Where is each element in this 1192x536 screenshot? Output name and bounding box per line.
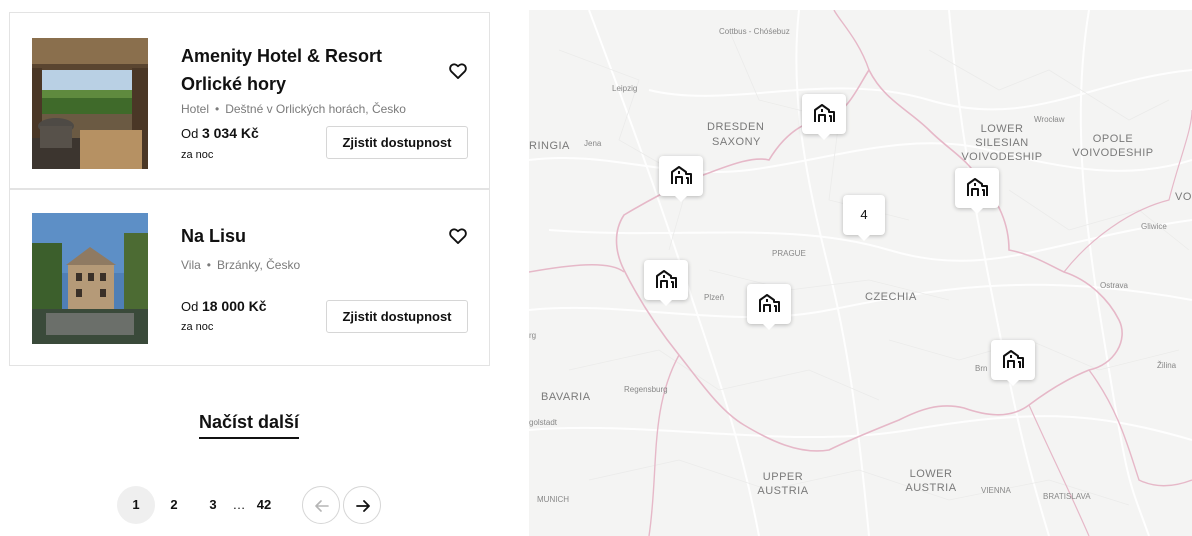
map-label-opole: OPOLE VOIVODESHIP: [1072, 133, 1154, 159]
hotel-building-icon: [1003, 350, 1024, 368]
pagination: 1 2 3 … 42: [117, 486, 387, 524]
listing-photo[interactable]: [32, 213, 148, 344]
listing-meta: Hotel • Deštné v Orlických horách, Česko: [181, 102, 406, 116]
map-label-plzen: Plzeň: [704, 293, 725, 302]
price-prefix: Od: [181, 299, 199, 314]
page-42[interactable]: 42: [252, 486, 276, 524]
map-label-ostrava: Ostrava: [1100, 281, 1129, 290]
map-label-vo: VO: [1175, 191, 1192, 203]
listing-card[interactable]: Amenity Hotel & Resort Orlické hory Hote…: [9, 12, 490, 189]
map-label-bavaria: BAVARIA: [541, 391, 591, 403]
hotel-building-icon: [656, 270, 677, 288]
map-label-upper-austria: UPPER AUSTRIA: [757, 471, 809, 497]
map-marker[interactable]: [955, 168, 999, 214]
listing-meta: Vila • Brzánky, Česko: [181, 258, 300, 272]
map-label-gliwice: Gliwice: [1141, 222, 1167, 231]
map-marker[interactable]: [802, 94, 846, 140]
listing-location: Brzánky, Česko: [217, 258, 301, 272]
map-label-dresden: DRESDEN: [707, 121, 765, 133]
price-value: 3 034 Kč: [201, 125, 259, 141]
listing-type: Hotel: [181, 102, 210, 116]
price-value: 18 000 Kč: [201, 298, 267, 314]
listing-title[interactable]: Na Lisu: [181, 222, 411, 250]
map-label-saxony: SAXONY: [712, 136, 761, 148]
heart-outline-icon[interactable]: [448, 61, 468, 81]
map-marker[interactable]: [747, 284, 791, 330]
listing-type: Vila: [181, 258, 201, 272]
heart-outline-icon[interactable]: [448, 226, 468, 246]
map-label-rg: rg: [529, 331, 537, 340]
map-label-ingolstadt: golstadt: [529, 418, 558, 427]
arrow-left-icon: [315, 500, 329, 512]
map-label-bratislava: BRATISLAVA: [1043, 492, 1091, 501]
map-marker[interactable]: [644, 260, 688, 306]
map-marker[interactable]: [659, 156, 703, 202]
map-label-ringia: RINGIA: [529, 140, 570, 152]
page-ellipsis: …: [232, 497, 246, 512]
map-label-vienna: VIENNA: [981, 486, 1011, 495]
next-page-button[interactable]: [343, 486, 381, 524]
listing-card[interactable]: Na Lisu Vila • Brzánky, Česko Od 18 000 Kč…: [9, 189, 490, 366]
hotel-building-icon: [814, 104, 835, 122]
page-2[interactable]: 2: [164, 486, 184, 524]
listing-photo[interactable]: [32, 38, 148, 169]
map-label-jena: Jena: [584, 139, 602, 148]
map-label-lower-silesian: LOWER SILESIAN VOIVODESHIP: [961, 123, 1043, 163]
listing-title[interactable]: Amenity Hotel & Resort Orlické hory: [181, 42, 411, 98]
map-marker[interactable]: [991, 340, 1035, 386]
load-more-link[interactable]: Načíst další: [199, 412, 300, 439]
listing-location: Deštné v Orlických horách, Česko: [225, 102, 406, 116]
map-label-zilina: Žilina: [1157, 361, 1177, 370]
listing-price: Od 18 000 Kč: [181, 298, 267, 314]
separator-dot: •: [206, 258, 211, 272]
map-label-leipzig: Leipzig: [612, 84, 638, 93]
map-view[interactable]: Cottbus - Chóśebuz Leipzig DRESDEN SAXON…: [529, 10, 1192, 536]
check-availability-button[interactable]: Zjistit dostupnost: [326, 126, 468, 159]
price-prefix: Od: [181, 126, 199, 141]
separator-dot: •: [215, 102, 220, 116]
map-cluster-marker[interactable]: 4: [843, 195, 885, 241]
map-label-munich: MUNICH: [537, 495, 569, 504]
hotel-building-icon: [967, 178, 988, 196]
arrow-right-icon: [356, 500, 370, 512]
map-label-regensburg: Regensburg: [624, 385, 668, 394]
map-label-prague: PRAGUE: [772, 249, 806, 258]
map-label-brno: Brn: [975, 364, 988, 373]
map-label-cottbus: Cottbus - Chóśebuz: [719, 27, 790, 36]
hotel-building-icon: [671, 166, 692, 184]
price-unit: za noc: [181, 149, 214, 161]
page-3[interactable]: 3: [203, 486, 223, 524]
hotel-building-icon: [759, 294, 780, 312]
results-list: Amenity Hotel & Resort Orlické hory Hote…: [0, 0, 500, 536]
check-availability-button[interactable]: Zjistit dostupnost: [326, 300, 468, 333]
page-1[interactable]: 1: [117, 486, 155, 524]
map-label-czechia: CZECHIA: [865, 291, 917, 303]
listing-price: Od 3 034 Kč: [181, 125, 259, 141]
price-unit: za noc: [181, 321, 214, 333]
map-label-lower-austria: LOWER AUSTRIA: [905, 468, 957, 494]
previous-page-button[interactable]: [302, 486, 340, 524]
